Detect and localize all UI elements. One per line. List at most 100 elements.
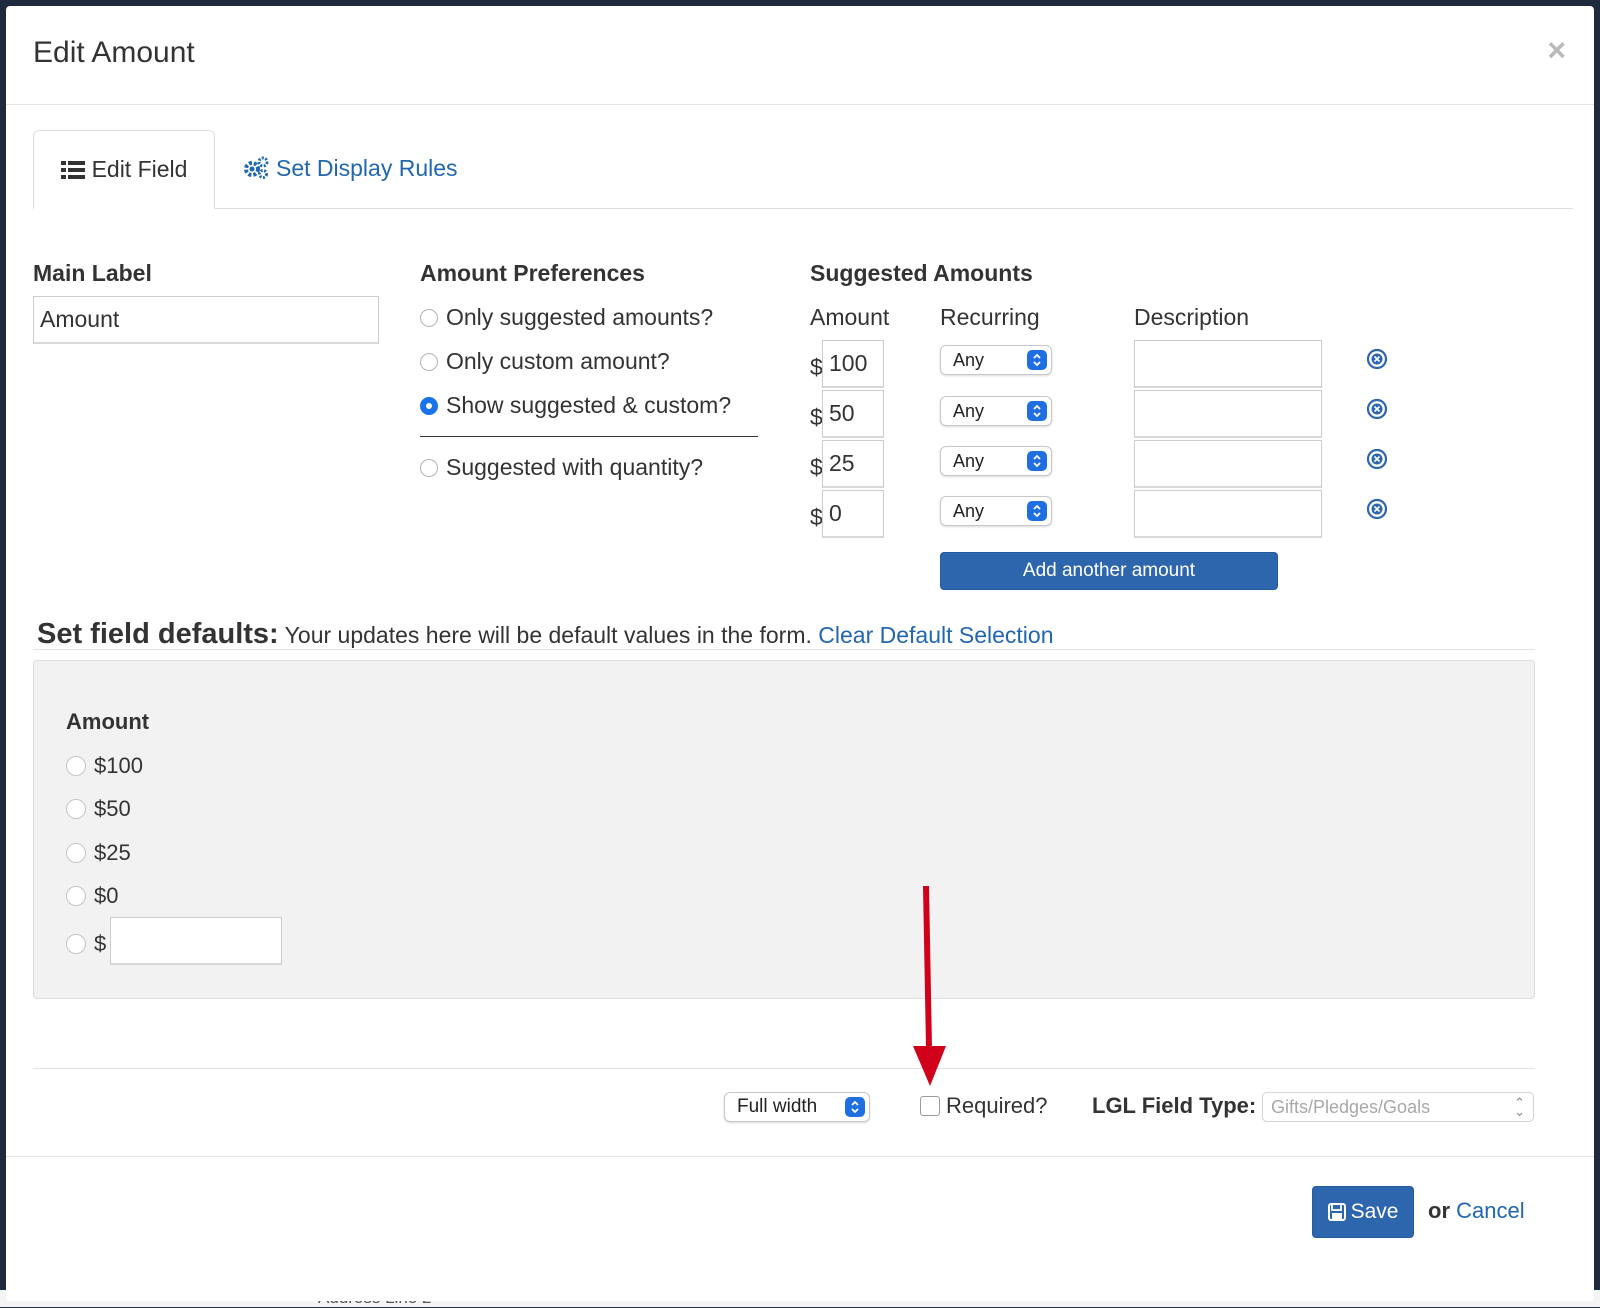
cancel-link[interactable]: Cancel <box>1456 1198 1524 1223</box>
tab-bar: Edit Field Set Display Rules <box>33 130 1573 209</box>
list-icon <box>60 160 85 180</box>
radio-button[interactable] <box>420 308 438 327</box>
pref-divider <box>420 436 758 437</box>
amount-input[interactable]: 0 <box>822 490 884 538</box>
select-chevrons-icon <box>1027 350 1047 370</box>
remove-amount-icon[interactable] <box>1366 398 1388 420</box>
currency-symbol: $ <box>810 504 823 530</box>
default-option-custom[interactable]: $ <box>66 931 106 957</box>
radio-button-checked[interactable] <box>420 396 438 415</box>
main-label-title: Main Label <box>33 260 152 286</box>
default-option-label: $0 <box>94 883 119 908</box>
remove-amount-icon[interactable] <box>1366 448 1388 470</box>
footer-actions: or Cancel <box>1428 1198 1525 1224</box>
amount-input[interactable]: 50 <box>822 390 884 438</box>
required-label: Required? <box>946 1093 1048 1118</box>
radio-button[interactable] <box>66 886 86 906</box>
select-updown-icon: ⌃ ⌄ <box>1514 1095 1525 1119</box>
radio-button[interactable] <box>420 458 438 477</box>
recurring-select[interactable]: Any <box>940 496 1052 526</box>
default-option-label: $50 <box>94 796 131 821</box>
currency-symbol: $ <box>810 454 823 480</box>
options-divider <box>33 1068 1535 1069</box>
remove-amount-icon[interactable] <box>1366 348 1388 370</box>
description-input[interactable] <box>1134 490 1322 538</box>
default-option-0[interactable]: $0 <box>66 883 118 909</box>
defaults-heading: Set field defaults: Your updates here wi… <box>37 618 1054 651</box>
select-chevrons-icon <box>1027 401 1047 421</box>
radio-button[interactable] <box>66 799 86 819</box>
custom-amount-input[interactable] <box>110 917 282 965</box>
recurring-select-value: Any <box>953 400 985 421</box>
radio-button[interactable] <box>66 934 86 954</box>
modal-title: Edit Amount <box>33 36 195 69</box>
tab-set-display-rules-label: Set Display Rules <box>276 154 458 181</box>
edit-amount-modal: Edit Amount × Edit Field Set Display Rul… <box>6 6 1594 1301</box>
select-chevrons-icon <box>845 1097 865 1117</box>
amount-input[interactable]: 25 <box>822 440 884 488</box>
recurring-select[interactable]: Any <box>940 446 1052 476</box>
select-chevrons-icon <box>1027 451 1047 471</box>
required-toggle[interactable]: Required? <box>920 1093 1048 1119</box>
pref-show-suggested-custom-label: Show suggested & custom? <box>446 392 732 418</box>
tab-edit-field[interactable]: Edit Field <box>33 130 215 209</box>
defaults-field-label: Amount <box>66 709 150 734</box>
radio-button[interactable] <box>420 352 438 371</box>
radio-button[interactable] <box>66 843 86 863</box>
annotation-arrow-icon <box>913 886 946 1086</box>
clear-default-selection-link[interactable]: Clear Default Selection <box>818 622 1053 648</box>
custom-currency-symbol: $ <box>94 931 107 956</box>
width-select-value: Full width <box>737 1096 818 1117</box>
amount-column-header: Amount <box>810 304 890 330</box>
remove-amount-icon[interactable] <box>1366 498 1388 520</box>
recurring-select[interactable]: Any <box>940 345 1052 375</box>
defaults-preview-panel: Amount $100 $50 $25 $0 $ <box>33 660 1535 999</box>
main-label-input[interactable]: Amount <box>33 296 379 344</box>
field-type-value: Gifts/Pledges/Goals <box>1271 1096 1431 1117</box>
pref-only-suggested[interactable]: Only suggested amounts? <box>420 304 713 331</box>
description-column-header: Description <box>1134 304 1250 330</box>
save-button[interactable]: Save <box>1312 1186 1414 1238</box>
recurring-column-header: Recurring <box>940 304 1040 330</box>
pref-suggested-quantity-label: Suggested with quantity? <box>446 454 704 480</box>
or-label: or <box>1428 1198 1450 1223</box>
pref-only-suggested-label: Only suggested amounts? <box>446 304 714 330</box>
defaults-description: Your updates here will be default values… <box>278 622 819 648</box>
add-another-amount-button[interactable]: Add another amount <box>940 552 1278 590</box>
description-input[interactable] <box>1134 440 1322 488</box>
pref-only-custom-label: Only custom amount? <box>446 348 670 374</box>
recurring-select-value: Any <box>953 349 985 370</box>
default-option-label: $25 <box>94 840 131 865</box>
defaults-divider <box>33 649 1535 650</box>
recurring-select-value: Any <box>953 500 985 521</box>
default-option-100[interactable]: $100 <box>66 753 143 779</box>
currency-symbol: $ <box>810 404 823 430</box>
recurring-select[interactable]: Any <box>940 396 1052 426</box>
close-icon[interactable]: × <box>1547 32 1566 69</box>
default-option-25[interactable]: $25 <box>66 840 131 866</box>
default-option-50[interactable]: $50 <box>66 796 131 822</box>
pref-suggested-quantity[interactable]: Suggested with quantity? <box>420 454 703 481</box>
field-type-label: LGL Field Type: <box>1092 1093 1257 1118</box>
pref-show-suggested-custom[interactable]: Show suggested & custom? <box>420 392 731 419</box>
tab-set-display-rules[interactable]: Set Display Rules <box>243 130 458 206</box>
select-chevrons-icon <box>1027 501 1047 521</box>
field-type-select: Gifts/Pledges/Goals ⌃ ⌄ <box>1262 1092 1534 1122</box>
tab-edit-field-label: Edit Field <box>91 156 188 182</box>
width-select[interactable]: Full width <box>724 1092 870 1122</box>
radio-button[interactable] <box>66 756 86 776</box>
required-checkbox[interactable] <box>920 1096 940 1116</box>
currency-symbol: $ <box>810 354 823 380</box>
default-option-label: $100 <box>94 753 143 778</box>
description-input[interactable] <box>1134 390 1322 438</box>
pref-only-custom[interactable]: Only custom amount? <box>420 348 670 375</box>
amount-input[interactable]: 100 <box>822 340 884 388</box>
save-icon <box>1327 1203 1346 1221</box>
recurring-select-value: Any <box>953 450 985 471</box>
footer-divider <box>6 1156 1594 1157</box>
description-input[interactable] <box>1134 340 1322 388</box>
gears-icon <box>243 156 269 180</box>
save-label: Save <box>1350 1200 1399 1223</box>
defaults-heading-label: Set field defaults: <box>37 618 279 650</box>
suggested-amounts-title: Suggested Amounts <box>810 260 1033 286</box>
